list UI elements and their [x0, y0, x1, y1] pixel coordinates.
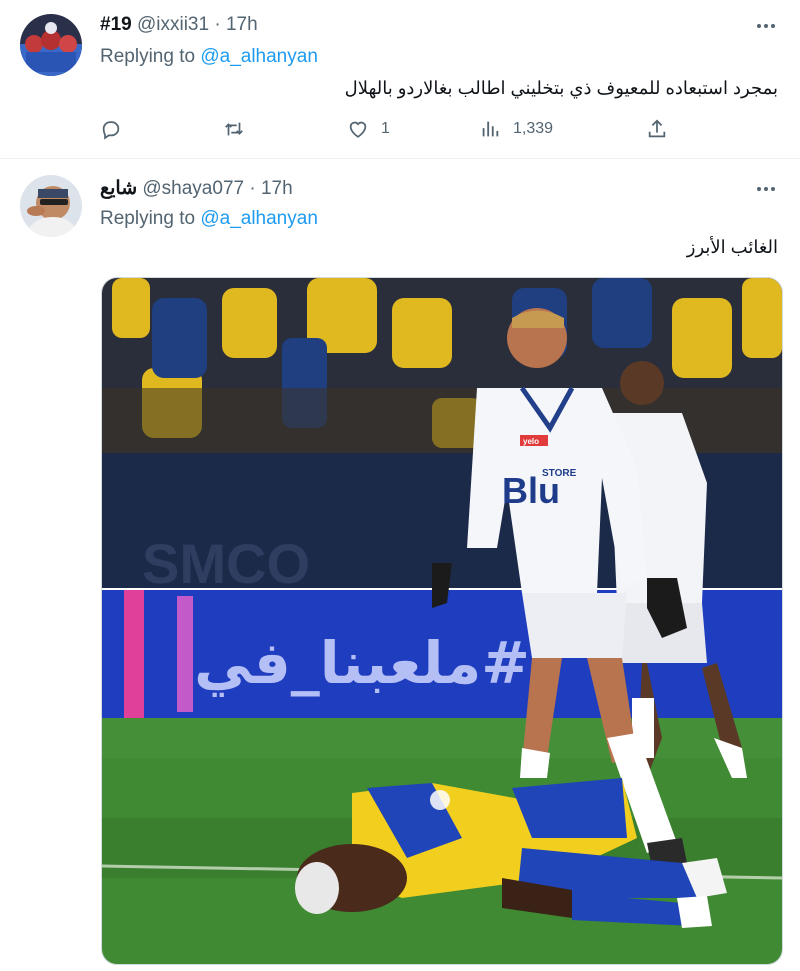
- more-icon[interactable]: [754, 14, 778, 38]
- more-icon[interactable]: [754, 177, 778, 201]
- retweet-icon: [225, 122, 243, 136]
- tweet-1[interactable]: #19 @ixxii31 · 17h Replying to @a_alhany…: [0, 0, 800, 158]
- like-icon: [349, 121, 367, 138]
- avatar[interactable]: [20, 175, 82, 237]
- views-count: 1,339: [513, 120, 554, 137]
- avatar[interactable]: [20, 14, 82, 76]
- timestamp[interactable]: 17h: [261, 178, 293, 199]
- share-icon: [648, 119, 666, 138]
- replying-to: Replying to @a_alhanyan: [100, 46, 318, 68]
- tweet-text: بمجرد استبعاده للمعيوف ذي بتخليني اطالب …: [344, 78, 778, 98]
- tweet-header: شايع @shaya077 · 17h: [100, 177, 293, 200]
- user-handle[interactable]: @ixxii31: [137, 14, 209, 35]
- separator-dot: ·: [214, 14, 221, 35]
- tweet-photo[interactable]: SMCO #ملعبنا_في Blu STORE yelo: [101, 277, 783, 965]
- views-icon: [482, 121, 499, 137]
- reply-button[interactable]: [100, 116, 134, 142]
- display-name[interactable]: #19: [100, 14, 132, 35]
- tweet-header: #19 @ixxii31 · 17h: [100, 14, 258, 36]
- banner-text: #ملعبنا_في: [194, 629, 530, 697]
- stadium-board-text: SMCO: [142, 532, 310, 595]
- retweet-button[interactable]: [223, 116, 257, 142]
- mention-link[interactable]: @a_alhanyan: [200, 208, 318, 229]
- user-handle[interactable]: @shaya077: [142, 178, 244, 199]
- views-button[interactable]: 1,339: [479, 116, 553, 142]
- replying-to: Replying to @a_alhanyan: [100, 208, 318, 230]
- separator-dot: ·: [249, 178, 256, 199]
- reply-icon: [102, 121, 120, 140]
- tweet-text: الغائب الأبرز: [686, 237, 778, 257]
- share-button[interactable]: [646, 116, 668, 142]
- jersey-badge: yelo: [523, 437, 539, 446]
- jersey-store-label: STORE: [542, 468, 577, 479]
- replying-to-label: Replying to: [100, 46, 201, 67]
- like-count: 1: [381, 120, 390, 137]
- like-button[interactable]: 1: [347, 116, 390, 142]
- mention-link[interactable]: @a_alhanyan: [200, 46, 318, 67]
- timestamp[interactable]: 17h: [226, 14, 258, 35]
- replying-to-label: Replying to: [100, 208, 201, 229]
- action-bar: 1 1,339: [100, 116, 680, 142]
- display-name[interactable]: شايع: [100, 178, 137, 199]
